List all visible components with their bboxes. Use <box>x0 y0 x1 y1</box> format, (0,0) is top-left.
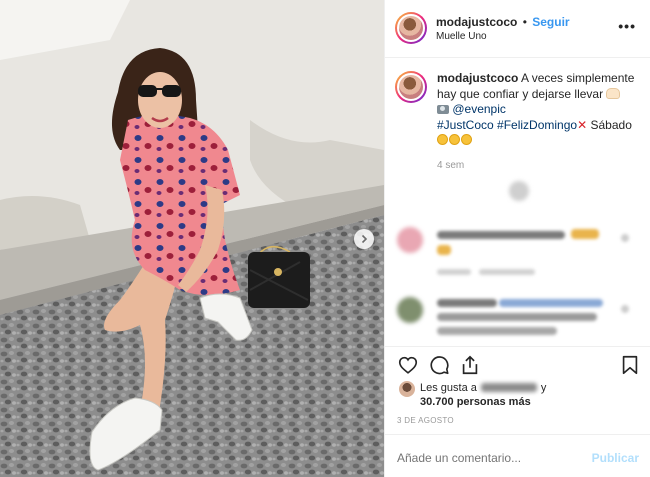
blurred-comment-text <box>499 299 603 307</box>
caption-timestamp[interactable]: 4 sem <box>437 160 464 171</box>
blurred-comment-text <box>437 327 557 335</box>
author-avatar[interactable] <box>395 12 427 44</box>
bookmark-icon[interactable] <box>619 354 641 376</box>
praying-hands-icon <box>606 87 621 99</box>
blurred-comment-meta <box>437 269 471 275</box>
hashtag-felizdomingo[interactable]: #FelizDomingo <box>497 118 577 132</box>
action-bar <box>385 348 650 380</box>
likes-summary: Les gusta a y 30.700 personas más <box>385 380 650 410</box>
camera-icon <box>437 105 449 114</box>
post-date[interactable]: 3 DE AGOSTO <box>397 416 454 425</box>
loading-spinner <box>509 181 529 201</box>
caption-avatar[interactable] <box>395 71 427 103</box>
blurred-comment-text <box>437 231 565 239</box>
post-panel: modajustcoco • Seguir Muelle Uno ••• mod… <box>384 0 650 477</box>
cross-mark-icon: ✕ <box>577 117 588 132</box>
caption-username[interactable]: modajustcoco <box>437 71 518 85</box>
share-icon[interactable] <box>459 354 481 376</box>
caption: modajustcoco A veces simplemente hay que… <box>395 71 645 149</box>
mention-link[interactable]: @evenpic <box>452 102 506 116</box>
location-link[interactable]: Muelle Uno <box>436 31 487 42</box>
blurred-comment-meta <box>479 269 535 275</box>
likes-count-link[interactable]: 30.700 personas más <box>420 396 531 408</box>
publish-button[interactable]: Publicar <box>592 451 639 465</box>
comment-icon[interactable] <box>428 354 450 376</box>
post-photo[interactable] <box>0 0 384 477</box>
commenter-avatar[interactable] <box>397 227 423 253</box>
laughing-emoji-icon <box>449 134 460 145</box>
hashtag-justcoco[interactable]: #JustCoco <box>437 118 494 132</box>
author-username[interactable]: modajustcoco <box>436 15 517 29</box>
post-image <box>0 0 384 477</box>
heart-icon[interactable] <box>397 354 419 376</box>
blurred-emoji <box>571 229 599 239</box>
blurred-emoji <box>437 245 451 255</box>
laughing-emoji-icon <box>461 134 472 145</box>
caption-text: modajustcoco A veces simplemente hay que… <box>437 71 645 149</box>
liker-avatar[interactable] <box>399 381 415 397</box>
caption-day: Sábado <box>590 117 632 132</box>
blurred-comment-text <box>437 313 597 321</box>
comment-input[interactable] <box>397 451 587 465</box>
more-options-button[interactable]: ••• <box>618 18 636 34</box>
likes-line: Les gusta a y <box>420 382 546 394</box>
author-line: modajustcoco • Seguir <box>436 15 570 29</box>
laughing-emoji-icon <box>437 134 448 145</box>
blurred-comment-text <box>437 299 497 307</box>
post-header: modajustcoco • Seguir Muelle Uno ••• <box>385 0 650 58</box>
blurred-liker-name[interactable] <box>480 383 537 392</box>
follow-button[interactable]: Seguir <box>532 15 569 29</box>
like-comment-button[interactable] <box>621 305 629 313</box>
add-comment-bar: Publicar <box>385 434 650 477</box>
next-photo-button[interactable] <box>354 229 374 249</box>
separator-dot: • <box>522 15 527 29</box>
likes-conjunction: y <box>540 382 547 394</box>
like-comment-button[interactable] <box>621 234 629 242</box>
commenter-avatar[interactable] <box>397 297 423 323</box>
likes-prefix: Les gusta a <box>420 382 477 394</box>
chevron-right-icon <box>361 234 368 244</box>
comments-area: modajustcoco A veces simplemente hay que… <box>385 59 650 347</box>
